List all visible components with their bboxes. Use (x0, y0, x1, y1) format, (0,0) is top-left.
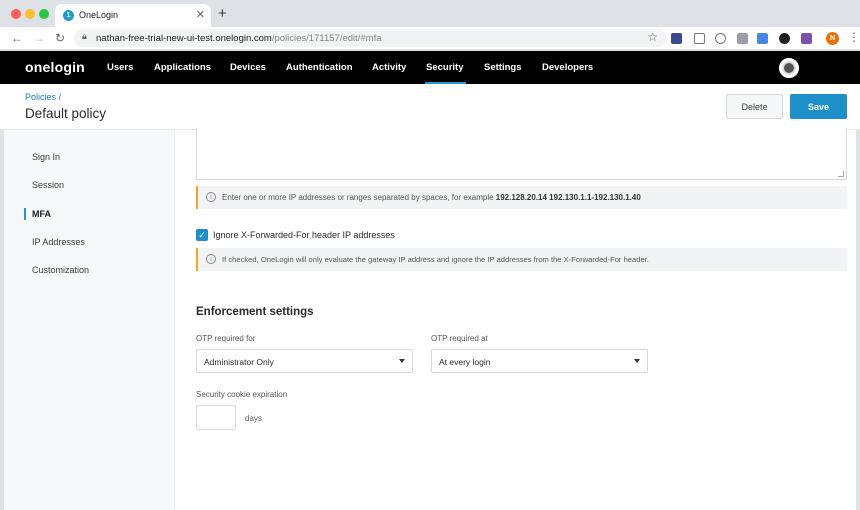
ip-addresses-textarea[interactable] (196, 128, 847, 180)
back-arrow-icon[interactable]: ← (11, 30, 23, 46)
sidebar-item-sign-in[interactable]: Sign In (32, 152, 60, 162)
ip-hint-box: i Enter one or more IP addresses or rang… (196, 186, 847, 209)
enforcement-settings-title: Enforcement settings (196, 306, 314, 318)
extension-icon[interactable] (779, 33, 790, 44)
sidebar-active-indicator (24, 208, 26, 220)
otp-required-for-label: OTP required for (196, 334, 256, 343)
nav-devices[interactable]: Devices (230, 62, 266, 73)
forward-arrow-icon[interactable]: → (33, 30, 45, 46)
user-avatar[interactable] (779, 58, 799, 78)
new-tab-icon[interactable]: + (218, 5, 227, 22)
sidebar-item-ip-addresses[interactable]: IP Addresses (32, 237, 85, 247)
address-bar[interactable]: 🔒︎ nathan-free-trial-new-ui-test.onelogi… (74, 29, 666, 47)
chevron-down-icon (399, 359, 405, 363)
cookie-expiration-input[interactable] (196, 405, 236, 430)
otp-required-at-label: OTP required at (431, 334, 488, 343)
onelogin-favicon-icon: 1 (63, 10, 74, 21)
breadcrumb[interactable]: Policies / (25, 92, 61, 102)
maximize-window-button[interactable] (39, 9, 49, 19)
otp-required-for-select[interactable]: Administrator Only (196, 349, 413, 373)
lock-icon: 🔒︎ (82, 31, 87, 41)
page-title: Default policy (25, 106, 107, 121)
browser-menu-icon[interactable]: ⋮ (848, 30, 860, 44)
ignore-forwarded-label[interactable]: Ignore X-Forwarded-For header IP address… (213, 230, 395, 240)
extension-icon[interactable] (801, 33, 812, 44)
otp-required-at-select[interactable]: At every login (431, 349, 648, 373)
nav-users[interactable]: Users (107, 62, 133, 73)
nav-authentication[interactable]: Authentication (286, 62, 353, 73)
url-host: nathan-free-trial-new-ui-test.onelogin.c… (96, 33, 272, 44)
url-path: /policies/171157/edit/#mfa (271, 33, 382, 44)
nav-applications[interactable]: Applications (154, 62, 211, 73)
browser-tab[interactable]: 1 OneLogin ✕ (55, 4, 211, 27)
url-text[interactable]: nathan-free-trial-new-ui-test.onelogin.c… (96, 33, 382, 44)
translate-extension-icon[interactable] (757, 33, 768, 44)
info-extension-icon[interactable] (715, 33, 726, 44)
ip-hint-text: Enter one or more IP addresses or ranges… (222, 193, 641, 202)
reload-icon[interactable]: ↻ (55, 30, 65, 46)
browser-tab-strip: 1 OneLogin ✕ + (0, 0, 860, 27)
cookie-expiration-label: Security cookie expiration (196, 390, 288, 399)
sidebar-item-mfa[interactable]: MFA (32, 209, 51, 219)
close-tab-icon[interactable]: ✕ (196, 8, 205, 21)
nav-developers[interactable]: Developers (542, 62, 593, 73)
close-window-button[interactable] (11, 9, 21, 19)
delete-button[interactable]: Delete (726, 94, 783, 119)
profile-avatar[interactable]: N (826, 32, 839, 45)
ignore-forwarded-checkbox[interactable]: ✓ (196, 229, 208, 241)
onelogin-logo[interactable]: onelogin (25, 59, 85, 75)
info-icon: i (206, 192, 216, 202)
otp-required-for-value: Administrator Only (204, 357, 274, 367)
page-header: Policies / Default policy Delete Save (0, 84, 860, 130)
sidebar-item-session[interactable]: Session (32, 180, 64, 190)
bookmark-star-icon[interactable]: ☆ (647, 30, 658, 44)
cookie-expiration-unit: days (245, 414, 262, 423)
nav-activity[interactable]: Activity (372, 62, 406, 73)
policy-content: i Enter one or more IP addresses or rang… (175, 128, 856, 510)
nav-security[interactable]: Security (426, 62, 464, 73)
policy-sidebar: Sign In Session MFA IP Addresses Customi… (4, 130, 175, 510)
sidebar-item-customization[interactable]: Customization (32, 265, 89, 275)
browser-toolbar: ← → ↻ 🔒︎ nathan-free-trial-new-ui-test.o… (0, 27, 860, 50)
forwarded-hint-box: i If checked, OneLogin will only evaluat… (196, 248, 847, 271)
extension-icon[interactable] (737, 33, 748, 44)
extension-icon[interactable] (671, 33, 682, 44)
info-icon: i (206, 254, 216, 264)
app-navigation: onelogin Users Applications Devices Auth… (0, 51, 860, 84)
save-button[interactable]: Save (790, 94, 847, 119)
tab-title: OneLogin (79, 10, 119, 20)
window-right-edge (856, 130, 860, 510)
minimize-window-button[interactable] (25, 9, 35, 19)
forwarded-hint-text: If checked, OneLogin will only evaluate … (222, 255, 649, 264)
otp-required-at-value: At every login (439, 357, 491, 367)
ip-hint-example: 192.128.20.14 192.130.1.1-192.130.1.40 (495, 193, 641, 202)
chevron-down-icon (634, 359, 640, 363)
nav-settings[interactable]: Settings (484, 62, 521, 73)
resize-handle-icon[interactable] (838, 171, 844, 177)
extension-icon[interactable] (694, 33, 705, 44)
